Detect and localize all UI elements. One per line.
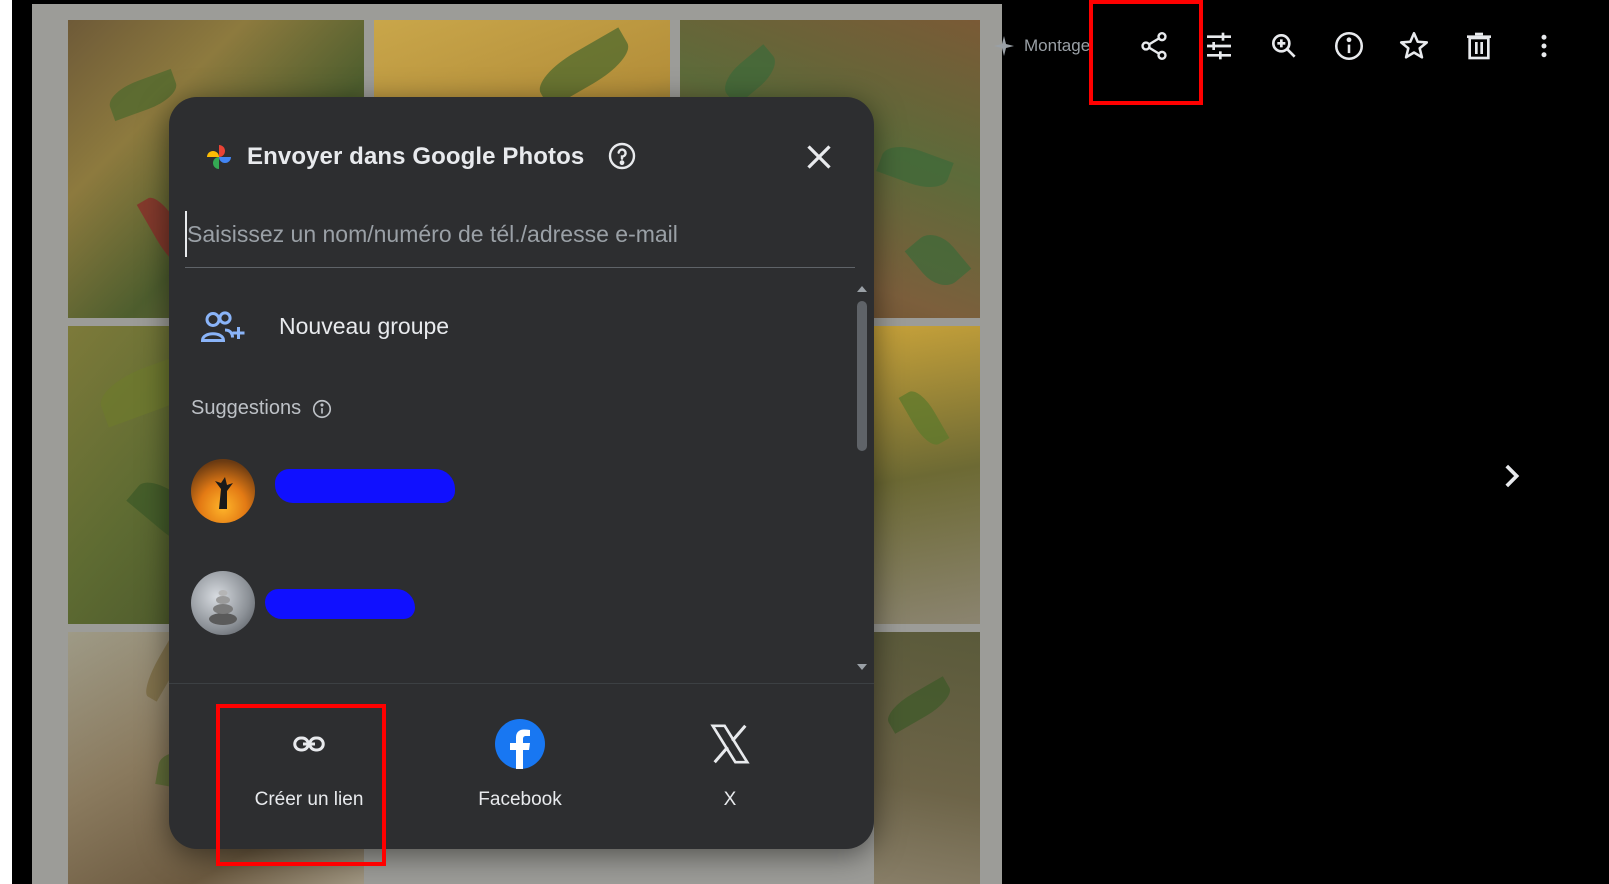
- more-options-button[interactable]: [1520, 22, 1568, 70]
- new-group-button[interactable]: Nouveau groupe: [199, 301, 799, 351]
- suggestions-scrollbar[interactable]: [853, 283, 871, 679]
- zoom-in-icon: [1272, 33, 1296, 58]
- dialog-title: Envoyer dans Google Photos: [247, 143, 585, 170]
- info-outline-icon[interactable]: [311, 398, 333, 420]
- facebook-label: Facebook: [478, 789, 562, 810]
- help-icon[interactable]: [606, 140, 638, 172]
- recipient-input[interactable]: [185, 211, 859, 257]
- share-icon: [1141, 32, 1167, 60]
- tune-icon: [1207, 32, 1231, 60]
- scroll-up-icon[interactable]: [853, 283, 871, 295]
- new-group-label: Nouveau groupe: [279, 313, 450, 339]
- info-icon: [1334, 31, 1364, 61]
- dialog-divider: [169, 683, 874, 684]
- group-add-icon: [200, 311, 245, 342]
- suggestions-list: Nouveau groupe Suggestions: [169, 287, 874, 682]
- suggested-contact[interactable]: [189, 459, 789, 525]
- suggestions-heading: Suggestions: [191, 397, 333, 420]
- x-logo-icon: [710, 724, 750, 764]
- info-button[interactable]: [1325, 22, 1373, 70]
- avatar: [191, 459, 255, 523]
- photo-thumbnail: [874, 632, 980, 884]
- create-link-label: Créer un lien: [254, 789, 364, 810]
- redacted-name: [265, 589, 415, 619]
- more-vert-icon: [1541, 34, 1547, 58]
- delete-button[interactable]: [1455, 22, 1503, 70]
- sparkle-icon: [994, 36, 1014, 56]
- scrollbar-thumb[interactable]: [857, 301, 867, 451]
- x-label: X: [723, 789, 737, 810]
- zoom-button[interactable]: [1260, 22, 1308, 70]
- delete-icon: [1467, 32, 1491, 60]
- scroll-down-icon[interactable]: [853, 661, 871, 673]
- chevron-right-icon: [1505, 464, 1520, 488]
- share-targets: Créer un lien Facebook X: [169, 717, 874, 827]
- google-photos-logo-icon: [207, 145, 231, 169]
- photo-viewer: Montage Envoyer dans Google Photos Saisi…: [12, 0, 1609, 884]
- dialog-header: Envoyer dans Google Photos: [169, 133, 874, 181]
- redacted-name: [275, 469, 455, 503]
- recipient-field: [185, 211, 859, 268]
- star-icon: [1399, 31, 1429, 59]
- share-dialog: Envoyer dans Google Photos Nouveau group…: [169, 97, 874, 849]
- facebook-share-button[interactable]: Facebook: [445, 717, 595, 817]
- next-photo-button[interactable]: [1487, 452, 1535, 500]
- share-button[interactable]: [1130, 22, 1178, 70]
- avatar: [191, 571, 255, 635]
- photo-thumbnail: [874, 326, 980, 624]
- edit-button[interactable]: [1195, 22, 1243, 70]
- create-link-button[interactable]: Créer un lien: [234, 717, 384, 817]
- montage-label: Montage: [1024, 36, 1091, 55]
- x-share-button[interactable]: X: [655, 717, 805, 817]
- favorite-button[interactable]: [1390, 22, 1438, 70]
- suggested-contact[interactable]: [189, 571, 789, 637]
- close-icon[interactable]: [801, 139, 837, 175]
- link-icon: [293, 736, 325, 752]
- facebook-icon: [495, 719, 545, 769]
- montage-button[interactable]: Montage: [992, 34, 1090, 58]
- suggestions-label: Suggestions: [191, 397, 302, 419]
